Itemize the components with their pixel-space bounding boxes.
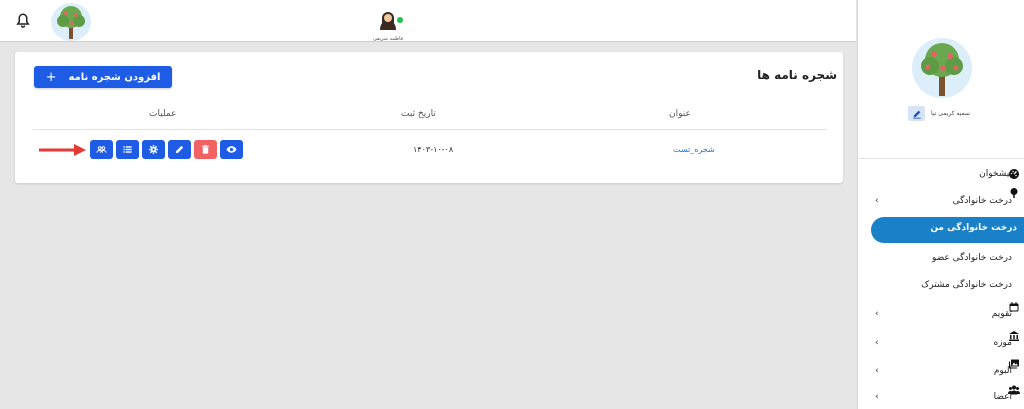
sidebar-family-tree-logo	[912, 38, 972, 98]
table-header-divider	[33, 129, 827, 130]
add-button-label: افزودن شجره نامه	[68, 71, 161, 83]
sidebar-user-name: سمیه کریمی نیا	[931, 110, 970, 117]
sidebar-item-label: موزه	[993, 338, 1012, 348]
settings-button[interactable]	[142, 140, 165, 159]
list-button[interactable]	[116, 140, 139, 159]
sidebar-item-label: درخت خانوادگی	[952, 196, 1012, 206]
sidebar-divider	[858, 158, 1024, 159]
column-header-actions: عملیات	[149, 109, 177, 119]
view-icon	[226, 146, 237, 153]
top-user-profile[interactable]: فاطمه شریفی	[368, 8, 408, 42]
sidebar-user: سمیه کریمی نیا	[908, 106, 970, 121]
column-header-title: عنوان	[669, 109, 691, 119]
sidebar-item-label: درخت خانوادگی عضو	[931, 253, 1012, 263]
family-tree-logo[interactable]	[51, 3, 91, 41]
chevron-left-icon: ‹	[875, 338, 879, 348]
edit-icon	[175, 145, 184, 154]
view-button[interactable]	[220, 140, 243, 159]
sidebar-item-label: درخت خانوادگی مشترک	[921, 280, 1012, 290]
sidebar-item-member-family-tree[interactable]: درخت خانوادگی عضو	[858, 248, 1024, 270]
sidebar-item-museum[interactable]: موزه ‹	[858, 331, 1024, 355]
top-bar: فاطمه شریفی	[0, 0, 856, 42]
sidebar-item-family-tree[interactable]: درخت خانوادگی ‹	[858, 188, 1024, 213]
edit-button[interactable]	[168, 140, 191, 159]
row-date: ۱۴۰۳-۱۰-۰۸	[413, 145, 454, 154]
annotation-arrow-icon	[39, 144, 86, 156]
online-status-dot	[397, 17, 403, 23]
bell-icon[interactable]	[14, 12, 32, 30]
sidebar: سمیه کریمی نیا پیشخوان درخت خانوادگی ‹ د…	[857, 0, 1024, 409]
pencil-icon	[912, 110, 921, 119]
top-user-name: فاطمه شریفی	[372, 36, 404, 42]
column-header-date: تاریخ ثبت	[401, 109, 436, 119]
row-title-link[interactable]: شجره_تست	[673, 145, 715, 154]
members-button[interactable]	[90, 140, 113, 159]
sidebar-item-calendar[interactable]: تقویم ‹	[858, 302, 1024, 326]
sidebar-item-my-family-tree[interactable]: درخت خانوادگی من	[871, 217, 1024, 243]
sidebar-item-shared-family-tree[interactable]: درخت خانوادگی مشترک	[858, 275, 1024, 297]
avatar	[377, 8, 403, 30]
row-actions	[90, 140, 243, 159]
settings-icon	[148, 144, 159, 155]
sidebar-item-label: آلبوم	[993, 366, 1012, 376]
sidebar-item-label: درخت خانوادگی من	[930, 223, 1017, 233]
sidebar-item-members[interactable]: اعضا ‹	[858, 385, 1024, 409]
sidebar-item-label: پیشخوان	[979, 169, 1012, 179]
chevron-left-icon: ‹	[875, 309, 879, 319]
sidebar-item-label: اعضا	[993, 392, 1012, 402]
edit-profile-button[interactable]	[908, 106, 925, 121]
list-icon	[123, 146, 132, 153]
page-title: شجره نامه ها	[757, 68, 837, 82]
sidebar-item-album[interactable]: آلبوم ‹	[858, 359, 1024, 383]
family-trees-card: شجره نامه ها افزودن شجره نامه + عنوان تا…	[15, 52, 843, 183]
add-family-tree-button[interactable]: افزودن شجره نامه +	[34, 66, 172, 88]
chevron-left-icon: ‹	[875, 196, 879, 206]
delete-icon	[201, 144, 210, 154]
plus-icon: +	[45, 69, 57, 85]
delete-button[interactable]	[194, 140, 217, 159]
sidebar-item-label: تقویم	[991, 309, 1012, 319]
chevron-left-icon: ‹	[875, 392, 879, 402]
chevron-left-icon: ‹	[875, 366, 879, 376]
members-icon	[96, 146, 107, 153]
sidebar-item-dashboard[interactable]: پیشخوان	[858, 164, 1024, 186]
